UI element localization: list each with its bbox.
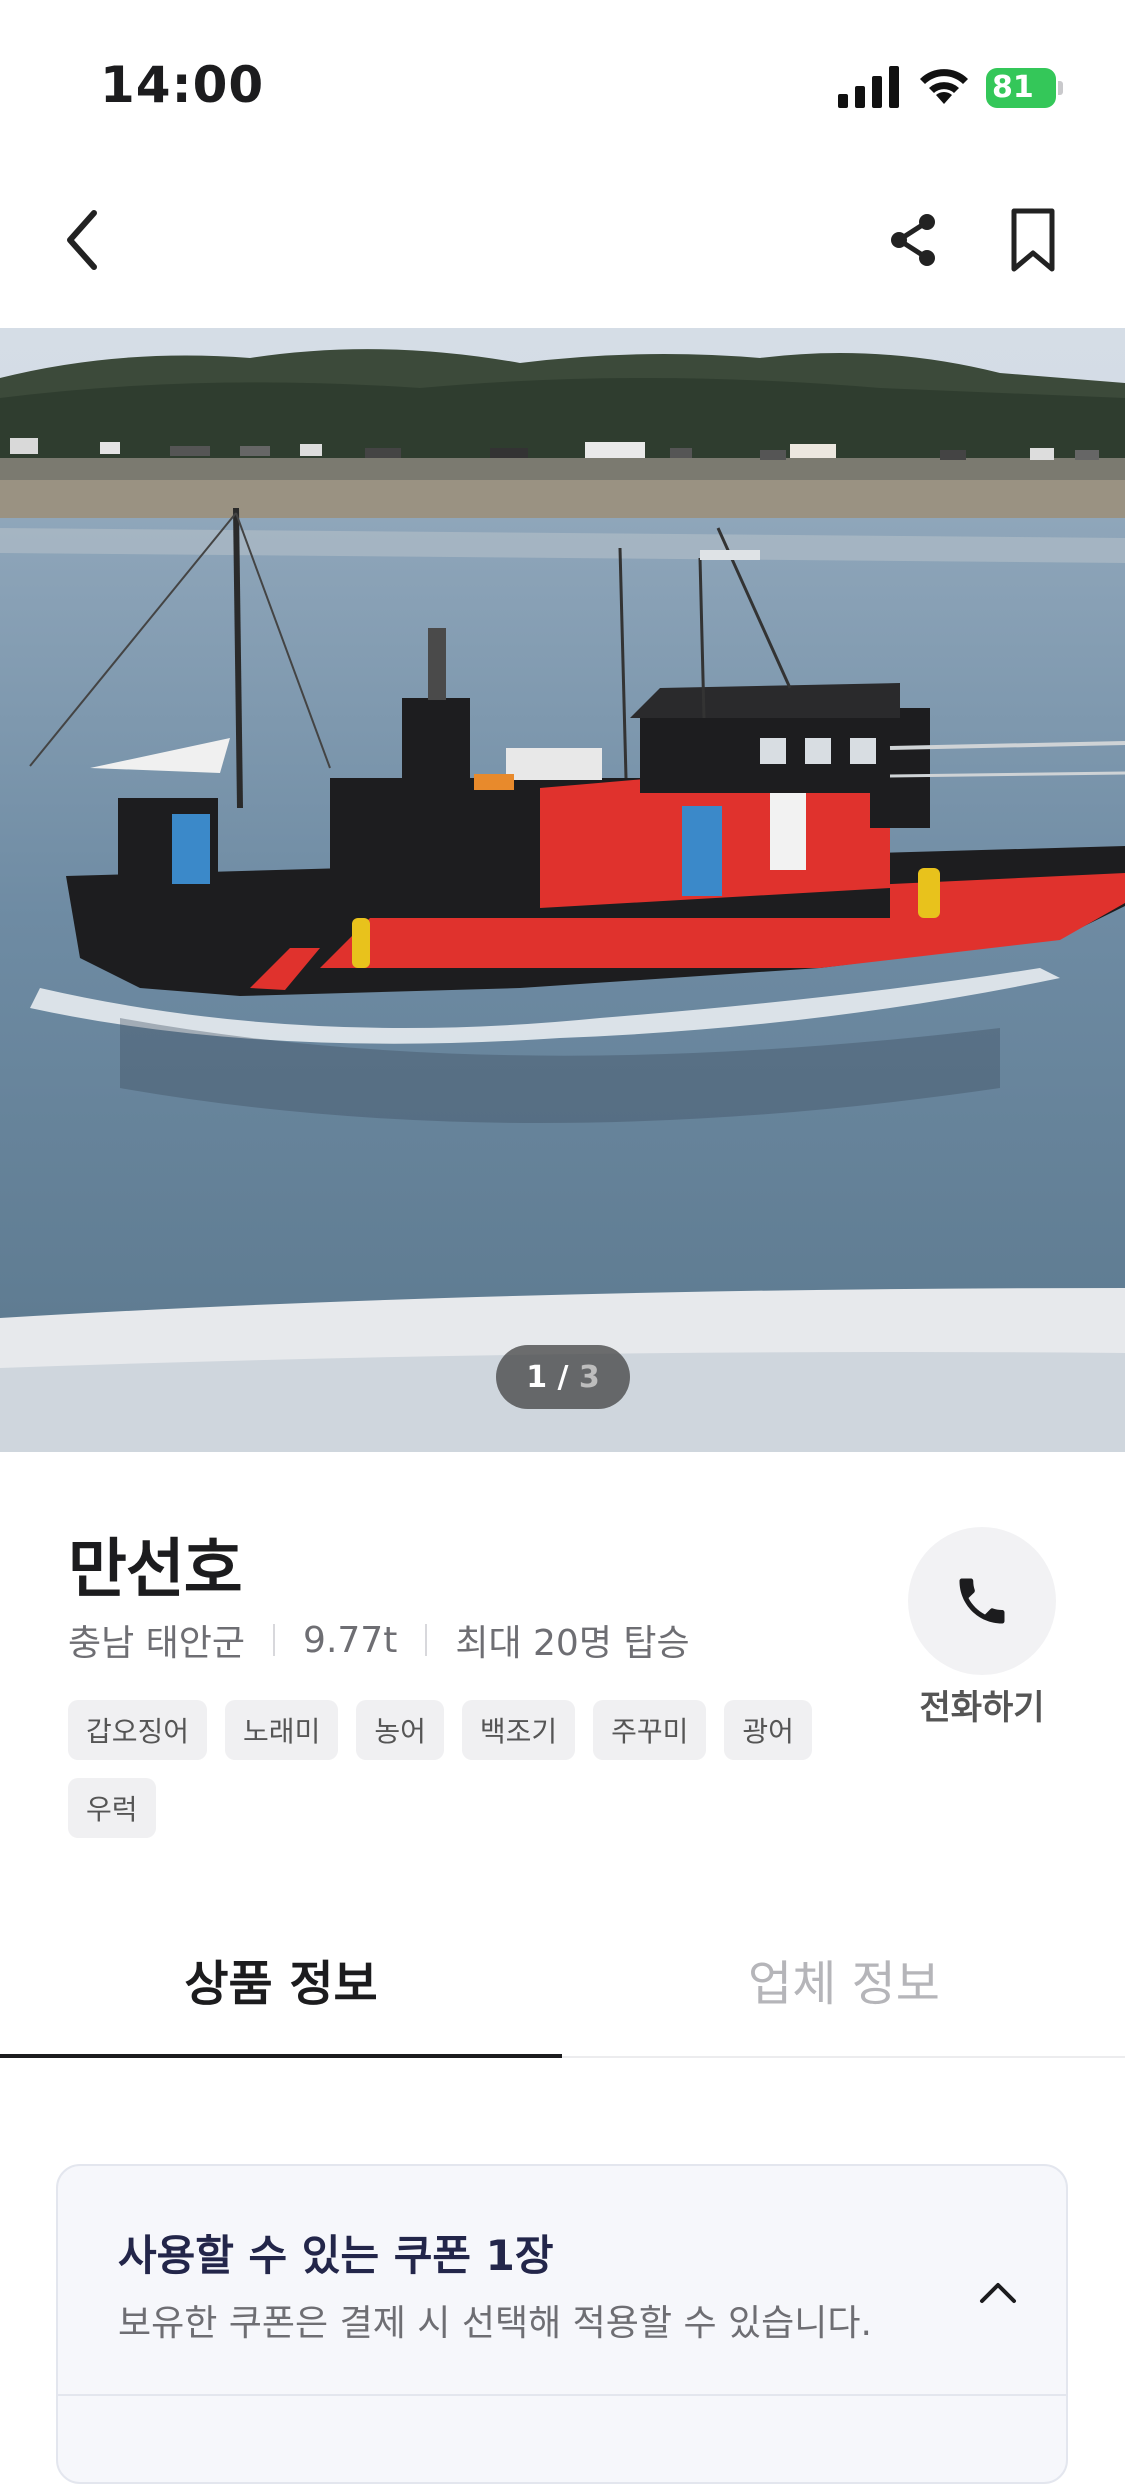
tab-product-info[interactable]: 상품 정보 <box>0 1902 562 2056</box>
coupon-title: 사용할 수 있는 쿠폰 1장 <box>118 2231 554 2280</box>
coupon-collapse-button[interactable] <box>958 2252 1038 2332</box>
meta-divider <box>425 1624 428 1656</box>
top-nav-bar <box>0 170 1125 328</box>
chevron-up-icon <box>980 2283 1016 2303</box>
product-region: 충남 태안군 <box>68 1623 246 1664</box>
status-bar: 14:00 81 <box>0 0 1125 170</box>
species-tag: 갑오징어 <box>68 1700 208 1760</box>
share-button[interactable] <box>868 195 958 285</box>
battery-indicator: 81 <box>986 68 1064 108</box>
chevron-left-icon <box>67 210 97 270</box>
product-title: 만선호 <box>68 1533 243 1607</box>
coupon-subtitle: 보유한 쿠폰은 결제 시 선택해 적용할 수 있습니다. <box>118 2303 872 2344</box>
species-tag: 주꾸미 <box>593 1700 707 1760</box>
meta-divider <box>273 1624 276 1656</box>
detail-tabs: 상품 정보 업체 정보 <box>0 1902 1125 2058</box>
share-icon <box>891 214 935 266</box>
coupon-divider <box>58 2394 1066 2396</box>
product-meta: 충남 태안군 9.77t 최대 20명 탑승 <box>68 1614 690 1666</box>
page-total: 3 <box>578 1359 600 1395</box>
product-image-carousel[interactable] <box>0 328 1125 1452</box>
species-tag: 농어 <box>356 1700 444 1760</box>
tab-company-info[interactable]: 업체 정보 <box>563 1902 1125 2056</box>
image-page-indicator: 1 / 3 <box>496 1345 630 1409</box>
wifi-icon <box>920 69 968 104</box>
bookmark-button[interactable] <box>988 195 1078 285</box>
active-tab-indicator <box>0 2054 562 2058</box>
battery-cap <box>1058 81 1063 95</box>
page-current: 1 <box>526 1359 548 1395</box>
cellular-signal-icon <box>838 66 899 108</box>
call-button[interactable] <box>908 1527 1056 1675</box>
species-tag: 백조기 <box>461 1700 576 1760</box>
battery-level: 81 <box>986 68 1056 108</box>
status-time: 14:00 <box>100 56 265 114</box>
species-tag: 광어 <box>724 1700 812 1760</box>
bookmark-icon <box>1011 208 1055 272</box>
species-tag: 우럭 <box>68 1778 156 1838</box>
product-capacity: 최대 20명 탑승 <box>455 1623 690 1664</box>
phone-icon <box>959 1578 1005 1624</box>
page-separator: / <box>547 1359 579 1395</box>
coupon-panel[interactable]: 사용할 수 있는 쿠폰 1장 보유한 쿠폰은 결제 시 선택해 적용할 수 있습… <box>56 2164 1068 2484</box>
boat-photo <box>0 328 1125 1452</box>
call-button-label[interactable]: 전화하기 <box>900 1680 1064 1729</box>
species-tag: 노래미 <box>225 1700 339 1760</box>
back-button[interactable] <box>38 195 128 285</box>
product-tonnage: 9.77t <box>303 1619 398 1661</box>
fish-species-tags: 갑오징어 노래미 농어 백조기 주꾸미 광어 우럭 <box>68 1700 848 1838</box>
